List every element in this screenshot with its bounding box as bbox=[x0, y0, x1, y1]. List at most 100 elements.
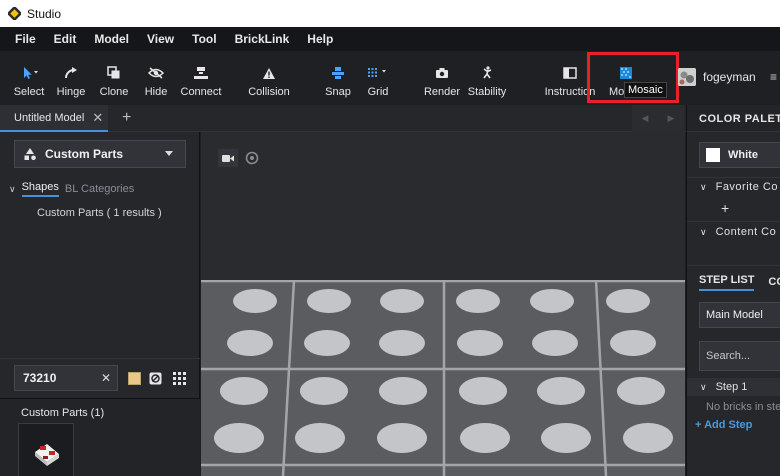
custom-parts-title: Custom Parts (1) bbox=[21, 407, 105, 419]
studio-window: Studio File Edit Model View Tool BrickLi… bbox=[0, 0, 780, 476]
menu-bar: File Edit Model View Tool BrickLink Help bbox=[0, 27, 780, 51]
clone-tool-button[interactable]: Clone bbox=[98, 51, 130, 103]
clone-label: Clone bbox=[99, 86, 129, 98]
step-search-input[interactable] bbox=[706, 350, 780, 362]
tab-label: Untitled Model bbox=[14, 111, 85, 124]
add-favorite-icon[interactable]: + bbox=[721, 200, 729, 216]
tab-step-list[interactable]: STEP LIST bbox=[699, 274, 755, 291]
render-tool-button[interactable]: Render bbox=[423, 51, 461, 103]
snap-tool-button[interactable]: Snap bbox=[322, 51, 354, 103]
username: fogeyman bbox=[703, 70, 756, 84]
rotate-view-icon[interactable] bbox=[244, 150, 260, 166]
camera-icon bbox=[436, 68, 448, 78]
tab-navigation: ◀ ▶ bbox=[632, 105, 684, 132]
grid-icon bbox=[368, 68, 386, 77]
collapse-chevron-icon: ∨ bbox=[700, 381, 707, 392]
step-label: Step 1 bbox=[715, 381, 748, 393]
collision-tool-button[interactable]: Collision bbox=[247, 51, 291, 103]
clone-icon bbox=[107, 66, 120, 79]
collision-label: Collision bbox=[248, 86, 290, 98]
hinge-icon bbox=[65, 67, 77, 79]
select-label: Select bbox=[13, 86, 45, 98]
chevron-down-icon bbox=[165, 151, 173, 156]
model-label: Main Model bbox=[706, 309, 763, 321]
window-title: Studio bbox=[27, 6, 62, 21]
shapes-icon bbox=[24, 148, 36, 161]
custom-parts-section: Custom Parts (1) bbox=[0, 398, 200, 476]
connect-tool-button[interactable]: Connect bbox=[180, 51, 222, 103]
divider bbox=[687, 221, 780, 222]
hinge-tool-button[interactable]: Hinge bbox=[54, 51, 88, 103]
tab-untitled-model[interactable]: Untitled Model ✕ bbox=[0, 105, 108, 132]
divider bbox=[687, 177, 780, 178]
color-swatch bbox=[706, 148, 720, 162]
collapse-chevron-icon: ∨ bbox=[700, 181, 707, 192]
tab-bl-categories[interactable]: BL Categories bbox=[65, 183, 134, 195]
color-select-dropdown[interactable]: White bbox=[699, 142, 780, 168]
cursor-icon bbox=[24, 67, 38, 79]
step-search-box bbox=[699, 341, 780, 371]
connect-icon bbox=[194, 67, 208, 79]
step-row[interactable]: ∨ Step 1 bbox=[687, 378, 780, 396]
select-tool-button[interactable]: Select bbox=[12, 51, 46, 103]
custom-part-tile[interactable] bbox=[18, 423, 74, 476]
render-label: Render bbox=[423, 86, 461, 98]
divider bbox=[687, 265, 780, 266]
category-dropdown[interactable]: Custom Parts bbox=[14, 140, 186, 168]
selected-color-label: White bbox=[728, 149, 758, 161]
3d-viewport[interactable] bbox=[201, 132, 685, 476]
model-select-dropdown[interactable]: Main Model bbox=[699, 302, 780, 328]
tab-prev-icon[interactable]: ◀ bbox=[642, 113, 649, 124]
menu-help[interactable]: Help bbox=[298, 32, 342, 46]
category-label: Custom Parts bbox=[45, 147, 124, 161]
results-count[interactable]: Custom Parts ( 1 results ) bbox=[37, 207, 162, 219]
clear-search-icon[interactable]: ✕ bbox=[101, 371, 111, 385]
parts-palette-panel: Custom Parts ∨ Shapes BL Categories Cust… bbox=[0, 132, 200, 476]
collapse-chevron-icon[interactable]: ∨ bbox=[9, 184, 16, 195]
connect-label: Connect bbox=[180, 86, 222, 98]
no-color-filter-icon[interactable] bbox=[149, 372, 162, 385]
menu-model[interactable]: Model bbox=[85, 32, 138, 46]
grid-view-icon[interactable] bbox=[173, 372, 186, 385]
user-profile[interactable]: fogeyman bbox=[678, 68, 756, 86]
tab-next-icon[interactable]: ▶ bbox=[668, 113, 675, 124]
menu-edit[interactable]: Edit bbox=[45, 32, 86, 46]
content-colors-header[interactable]: ∨ Content Co bbox=[700, 226, 776, 238]
menu-tool[interactable]: Tool bbox=[183, 32, 225, 46]
baseplate[interactable] bbox=[201, 280, 685, 476]
snap-label: Snap bbox=[325, 86, 351, 98]
grid-tool-button[interactable]: Grid bbox=[362, 51, 394, 103]
add-tab-icon[interactable]: + bbox=[122, 109, 131, 127]
user-menu-icon[interactable]: ≡ bbox=[770, 70, 777, 84]
document-tab-strip: Untitled Model ✕ + ◀ ▶ bbox=[0, 105, 686, 132]
hide-eye-icon bbox=[148, 67, 164, 79]
book-icon bbox=[563, 67, 577, 79]
hide-tool-button[interactable]: Hide bbox=[141, 51, 171, 103]
title-bar: Studio bbox=[0, 0, 780, 27]
mosaic-tooltip: Mosaic bbox=[624, 82, 667, 98]
add-step-button[interactable]: + Add Step bbox=[695, 419, 752, 431]
stability-label: Stability bbox=[467, 86, 507, 98]
tab-co[interactable]: CO bbox=[768, 276, 780, 288]
palette-subtabs: ∨ Shapes BL Categories bbox=[0, 178, 200, 200]
stability-tool-button[interactable]: Stability bbox=[466, 51, 508, 103]
studio-logo-icon bbox=[8, 7, 21, 20]
tab-shapes[interactable]: Shapes bbox=[21, 181, 59, 197]
favorite-colors-header[interactable]: ∨ Favorite Co bbox=[700, 181, 778, 193]
menu-view[interactable]: View bbox=[138, 32, 183, 46]
avatar bbox=[678, 68, 696, 86]
part-search-input[interactable] bbox=[23, 371, 93, 385]
custom-part-thumbnail bbox=[35, 444, 59, 466]
snap-icon bbox=[332, 67, 344, 79]
hinge-label: Hinge bbox=[56, 86, 86, 98]
camera-view-icon[interactable] bbox=[218, 149, 238, 167]
color-palette-header: COLOR PALETTE bbox=[687, 105, 780, 132]
menu-file[interactable]: File bbox=[6, 32, 45, 46]
color-palette-title: COLOR PALETTE bbox=[699, 113, 780, 125]
empty-step-text: No bricks in step bbox=[706, 401, 780, 413]
close-tab-icon[interactable]: ✕ bbox=[92, 110, 103, 126]
menu-bricklink[interactable]: BrickLink bbox=[226, 32, 299, 46]
collapse-chevron-icon: ∨ bbox=[700, 226, 707, 237]
step-tabs: STEP LIST CO bbox=[687, 270, 780, 294]
color-filter-swatch[interactable] bbox=[128, 372, 141, 385]
